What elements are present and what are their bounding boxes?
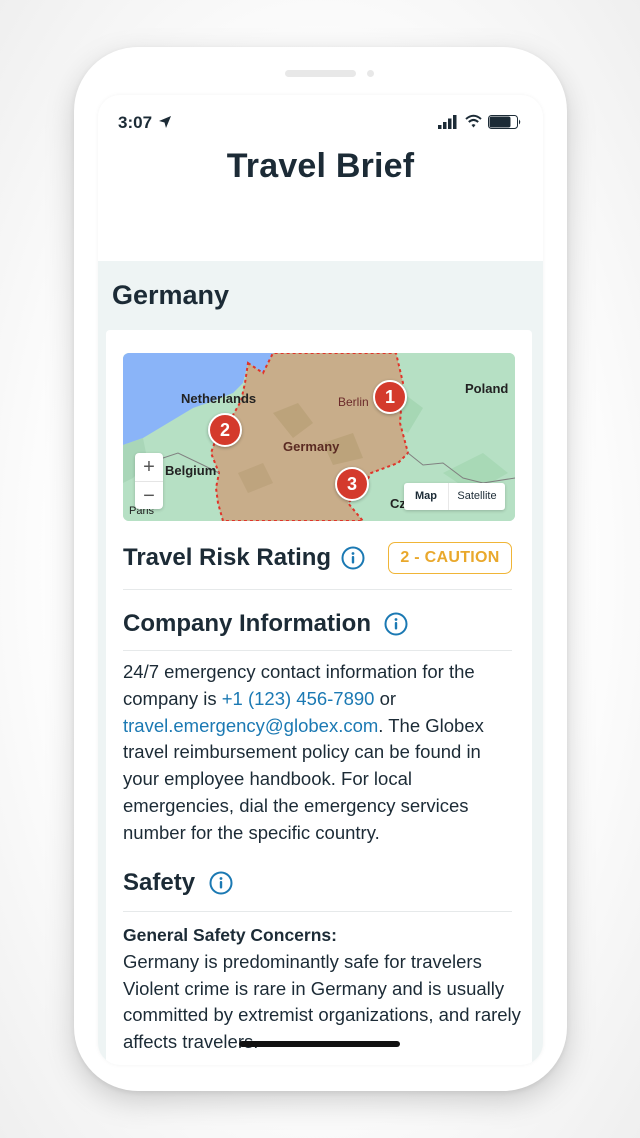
risk-rating-title: Travel Risk Rating: [123, 544, 332, 571]
map-label-germany: Germany: [283, 439, 340, 454]
map-label-netherlands: Netherlands: [181, 391, 257, 406]
map-marker-3[interactable]: 3: [335, 467, 369, 501]
company-info-heading: Company Information: [123, 610, 408, 638]
risk-rating-heading: Travel Risk Rating: [123, 544, 365, 572]
map-zoom-control: + −: [135, 453, 163, 509]
safety-text: Germany is predominantly safe for travel…: [123, 950, 521, 1053]
battery-icon: [488, 115, 521, 129]
phone-frame: 3:07 Travel Brief Germany Netherlands Be…: [74, 47, 567, 1091]
map-label-belgium: Belgium: [165, 463, 217, 478]
status-time: 3:07: [118, 113, 153, 132]
company-text-part: or: [374, 687, 397, 709]
safety-content: General Safety Concerns: Germany is pred…: [123, 922, 523, 1056]
map-marker-2[interactable]: 2: [208, 413, 242, 447]
risk-level-badge: 2 - CAUTION: [388, 542, 512, 574]
safety-subheading: General Safety Concerns:: [123, 925, 337, 945]
country-name: Germany: [112, 280, 230, 310]
zoom-out-button[interactable]: −: [135, 481, 163, 510]
info-icon[interactable]: [384, 612, 408, 636]
front-camera: [367, 70, 374, 77]
wifi-icon: [465, 114, 482, 128]
safety-title: Safety: [123, 869, 196, 896]
zoom-in-button[interactable]: +: [135, 453, 163, 481]
safety-heading: Safety: [123, 869, 233, 897]
company-info-text: 24/7 emergency contact information for t…: [123, 659, 503, 847]
info-icon[interactable]: [209, 871, 233, 895]
map-type-satellite-button[interactable]: Satellite: [449, 483, 505, 510]
company-info-title: Company Information: [123, 610, 372, 637]
phone-link[interactable]: +1 (123) 456-7890: [222, 688, 375, 709]
map-type-map-button[interactable]: Map: [404, 483, 449, 510]
divider: [123, 589, 512, 590]
info-icon[interactable]: [341, 546, 365, 570]
cellular-signal-icon: [438, 115, 457, 129]
map[interactable]: Netherlands Berlin Poland Germany Belgiu…: [123, 353, 515, 521]
location-arrow-icon: [159, 116, 171, 128]
divider: [123, 650, 512, 651]
screen: 3:07 Travel Brief Germany Netherlands Be…: [98, 95, 543, 1065]
map-label-poland: Poland: [465, 381, 509, 396]
map-type-toggle: Map Satellite: [404, 483, 505, 510]
speaker-grille: [285, 70, 356, 77]
page-title: Travel Brief: [226, 147, 415, 185]
divider: [123, 911, 512, 912]
home-indicator[interactable]: [239, 1041, 400, 1047]
email-link[interactable]: travel.emergency@globex.com: [123, 715, 378, 736]
map-label-berlin: Berlin: [338, 395, 369, 409]
status-bar: 3:07: [98, 95, 543, 150]
map-marker-1[interactable]: 1: [373, 380, 407, 414]
